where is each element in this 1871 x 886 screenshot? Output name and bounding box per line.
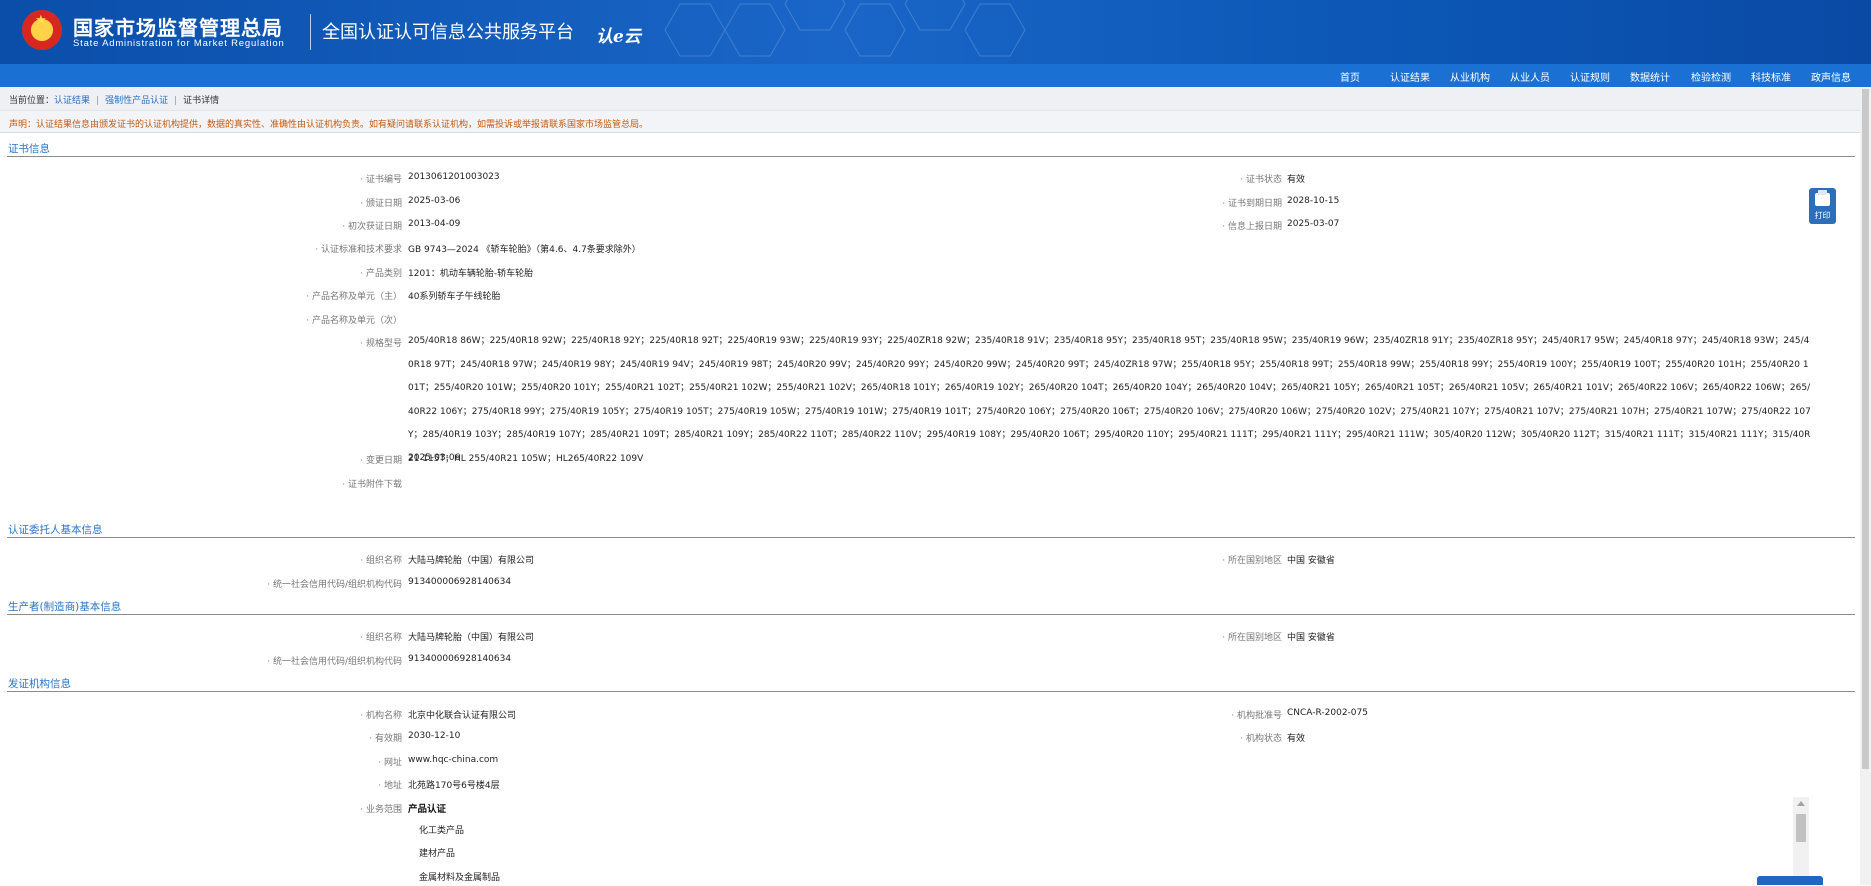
label-applicant-region: · 所在国别地区 xyxy=(1222,556,1282,566)
value-standard: GB 9743—2024 《轿车轮胎》（第4.6、4.7条要求除外） xyxy=(408,245,641,255)
value-issuer-valid: 2030-12-10 xyxy=(408,731,461,741)
label-issue-date: · 颁证日期 xyxy=(360,199,402,209)
breadcrumb-current: 证书详情 xyxy=(183,96,220,106)
label-product-name-sub: · 产品名称及单元（次） xyxy=(306,316,402,326)
scope-scrollbar[interactable] xyxy=(1793,797,1809,885)
scope-scrollbar-thumb[interactable] xyxy=(1796,814,1806,842)
page-scrollbar-thumb[interactable] xyxy=(1862,89,1869,769)
label-issuer-name: · 机构名称 xyxy=(360,711,402,721)
certificate-detail: 证书信息 · 证书编号 2013061201003023 · 证书状态 有效 ·… xyxy=(0,132,1860,886)
value-issuer-address: 北苑路170号6号楼4层 xyxy=(408,781,500,791)
label-category: · 产品类别 xyxy=(360,269,402,279)
label-cert-no: · 证书编号 xyxy=(360,175,402,185)
label-issuer-scope: · 业务范围 xyxy=(360,805,402,815)
printer-icon xyxy=(1815,190,1830,206)
value-report-date: 2025-03-07 xyxy=(1287,219,1340,229)
scope-item: 化工类产品 xyxy=(419,826,465,836)
breadcrumb: 当前位置：认证结果 | 强制性产品认证 | 证书详情 xyxy=(9,93,219,106)
breadcrumb-bar: 当前位置：认证结果 | 强制性产品认证 | 证书详情 xyxy=(0,87,1860,111)
section-title-manufacturer: 生产者(制造商)基本信息 xyxy=(8,601,122,613)
value-issuer-approval: CNCA-R-2002-075 xyxy=(1287,708,1368,718)
breadcrumb-link-ccc[interactable]: 强制性产品认证 xyxy=(105,96,168,106)
value-applicant-org: 大陆马牌轮胎（中国）有限公司 xyxy=(408,556,535,566)
label-cert-status: · 证书状态 xyxy=(1240,175,1282,185)
value-applicant-code: 913400006928140634 xyxy=(408,577,512,587)
emblem-star-icon: ★ xyxy=(35,13,47,28)
site-header: ★ 国家市场监督管理总局 State Administration for Ma… xyxy=(0,0,1871,64)
label-applicant-org: · 组织名称 xyxy=(360,556,402,566)
floating-tab-button[interactable] xyxy=(1757,876,1823,885)
nav-item-standards[interactable]: 科技标准 xyxy=(1751,69,1791,84)
nav-item-institutions[interactable]: 从业机构 xyxy=(1450,69,1490,84)
value-category: 1201：机动车辆轮胎-轿车轮胎 xyxy=(408,269,534,279)
label-issuer-address: · 地址 xyxy=(378,781,402,791)
section-title-applicant: 认证委托人基本信息 xyxy=(8,524,103,536)
value-cert-status: 有效 xyxy=(1287,175,1306,185)
platform-title[interactable]: 全国认证认可信息公共服务平台 xyxy=(322,18,574,44)
value-issuer-status: 有效 xyxy=(1287,734,1306,744)
breadcrumb-separator: | xyxy=(174,96,178,106)
label-issuer-valid: · 有效期 xyxy=(369,734,402,744)
value-manufacturer-code: 913400006928140634 xyxy=(408,654,512,664)
nav-item-practitioners[interactable]: 从业人员 xyxy=(1510,69,1550,84)
value-issuer-website[interactable]: www.hqc-china.com xyxy=(408,755,498,765)
section-divider xyxy=(7,614,1855,615)
label-report-date: · 信息上报日期 xyxy=(1222,222,1282,232)
breadcrumb-separator: | xyxy=(96,96,100,106)
value-manufacturer-org: 大陆马牌轮胎（中国）有限公司 xyxy=(408,633,535,643)
scroll-up-arrow-icon[interactable] xyxy=(1797,801,1805,806)
section-title-issuer: 发证机构信息 xyxy=(8,678,71,690)
label-attachment: · 证书附件下载 xyxy=(342,480,402,490)
label-expiry-date: · 证书到期日期 xyxy=(1222,199,1282,209)
nav-item-cert-results[interactable]: 认证结果 xyxy=(1390,69,1430,84)
label-change-date: · 变更日期 xyxy=(360,456,402,466)
label-standard: · 认证标准和技术要求 xyxy=(315,245,402,255)
header-divider xyxy=(310,14,311,50)
label-product-name-main: · 产品名称及单元（主） xyxy=(306,292,402,302)
agency-name-en: State Administration for Market Regulati… xyxy=(73,38,285,49)
main-nav: 首页 认证结果 从业机构 从业人员 认证规则 数据统计 检验检测 科技标准 政声… xyxy=(0,64,1871,87)
value-product-name-main: 40系列轿车子午线轮胎 xyxy=(408,292,501,302)
label-applicant-code: · 统一社会信用代码/组织机构代码 xyxy=(267,580,402,590)
section-divider xyxy=(7,156,1855,157)
value-change-date: 2025-03-06 xyxy=(408,453,461,463)
nav-item-statistics[interactable]: 数据统计 xyxy=(1630,69,1670,84)
value-expiry-date: 2028-10-15 xyxy=(1287,196,1340,206)
value-issuer-name: 北京中化联合认证有限公司 xyxy=(408,711,517,721)
label-manufacturer-code: · 统一社会信用代码/组织机构代码 xyxy=(267,657,402,667)
hexagon-pattern-decoration xyxy=(664,0,1026,57)
breadcrumb-link-cert-results[interactable]: 认证结果 xyxy=(54,96,90,106)
nav-item-cert-rules[interactable]: 认证规则 xyxy=(1570,69,1610,84)
value-cert-no: 2013061201003023 xyxy=(408,172,500,182)
scope-item: 建材产品 xyxy=(419,849,456,859)
section-divider xyxy=(7,537,1855,538)
label-manufacturer-org: · 组织名称 xyxy=(360,633,402,643)
label-manufacturer-region: · 所在国别地区 xyxy=(1222,633,1282,643)
nav-item-inspection[interactable]: 检验检测 xyxy=(1691,69,1731,84)
label-issuer-website: · 网址 xyxy=(378,758,402,768)
disclaimer-notice: 声明：认证结果信息由颁发证书的认证机构提供，数据的真实性、准确性由认证机构负责。… xyxy=(9,120,649,130)
page-scrollbar[interactable] xyxy=(1860,87,1871,885)
value-applicant-region: 中国 安徽省 xyxy=(1287,556,1335,566)
label-issuer-status: · 机构状态 xyxy=(1240,734,1282,744)
value-first-date: 2013-04-09 xyxy=(408,219,461,229)
nav-item-policy[interactable]: 政声信息 xyxy=(1811,69,1851,84)
breadcrumb-prefix: 当前位置： xyxy=(9,96,55,106)
section-title-cert: 证书信息 xyxy=(8,143,50,155)
print-button-label: 打印 xyxy=(1814,211,1831,220)
value-issue-date: 2025-03-06 xyxy=(408,196,461,206)
label-models: · 规格型号 xyxy=(360,339,402,349)
print-button[interactable]: 打印 xyxy=(1809,188,1836,224)
scope-heading: 产品认证 xyxy=(408,804,447,815)
notice-bar: 声明：认证结果信息由颁发证书的认证机构提供，数据的真实性、准确性由认证机构负责。… xyxy=(0,111,1860,132)
value-manufacturer-region: 中国 安徽省 xyxy=(1287,633,1335,643)
value-models: 205/40R18 86W；225/40R18 92W；225/40R18 92… xyxy=(408,336,1811,464)
scope-item: 金属材料及金属制品 xyxy=(419,873,501,883)
label-first-date: · 初次获证日期 xyxy=(342,222,402,232)
agency-name-cn[interactable]: 国家市场监督管理总局 xyxy=(73,12,283,41)
nav-item-home[interactable]: 首页 xyxy=(1340,69,1360,84)
label-issuer-approval: · 机构批准号 xyxy=(1231,711,1282,721)
renyun-logo: 认e云 xyxy=(596,27,641,47)
section-divider xyxy=(7,691,1855,692)
